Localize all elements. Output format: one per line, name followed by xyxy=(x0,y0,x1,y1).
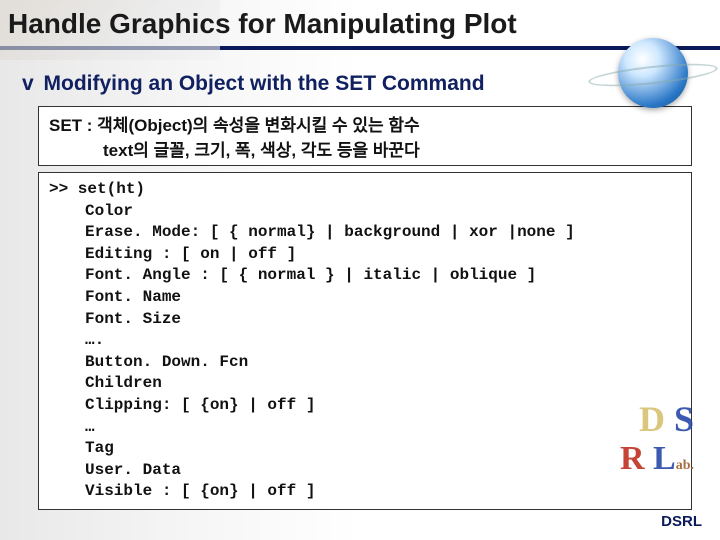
code-line: …. xyxy=(85,331,104,349)
code-line: Erase. Mode: [ { normal} | background | … xyxy=(85,223,575,241)
code-line: Tag xyxy=(85,439,114,457)
description-box: SET : 객체(Object)의 속성을 변화시킬 수 있는 함수 text의… xyxy=(38,106,692,166)
code-line: Font. Name xyxy=(85,288,181,306)
wm-suffix: ab. xyxy=(676,458,694,473)
code-line: Button. Down. Fcn xyxy=(85,353,248,371)
lab-watermark: D S R Lab. xyxy=(620,398,694,478)
code-line: Font. Size xyxy=(85,310,181,328)
wm-letter-d: D xyxy=(639,399,665,439)
globe-icon xyxy=(618,38,688,108)
code-output-box: >> set(ht) Color Erase. Mode: [ { normal… xyxy=(38,172,692,510)
code-line: Font. Angle : [ { normal } | italic | ob… xyxy=(85,266,536,284)
slide-title: Handle Graphics for Manipulating Plot xyxy=(0,0,720,44)
code-line: User. Data xyxy=(85,461,181,479)
code-line: Children xyxy=(85,374,162,392)
wm-letter-l: L xyxy=(653,440,676,477)
diamond-bullet-icon: v xyxy=(22,72,34,95)
code-line: Editing : [ on | off ] xyxy=(85,245,296,263)
footer-lab-name: DSRL xyxy=(661,513,702,530)
wm-letter-r: R xyxy=(620,440,645,477)
subtitle-text: Modifying an Object with the SET Command xyxy=(44,72,485,95)
description-line-2: text의 글꼴, 크기, 폭, 색상, 각도 등을 바꾼다 xyxy=(49,136,681,161)
code-prompt-line: >> set(ht) xyxy=(49,180,145,198)
code-line: … xyxy=(85,418,95,436)
code-line: Clipping: [ {on} | off ] xyxy=(85,396,315,414)
code-line: Visible : [ {on} | off ] xyxy=(85,482,315,500)
description-line-1: SET : 객체(Object)의 속성을 변화시킬 수 있는 함수 xyxy=(49,111,681,136)
code-line: Color xyxy=(85,202,133,220)
wm-letter-s: S xyxy=(674,399,694,439)
